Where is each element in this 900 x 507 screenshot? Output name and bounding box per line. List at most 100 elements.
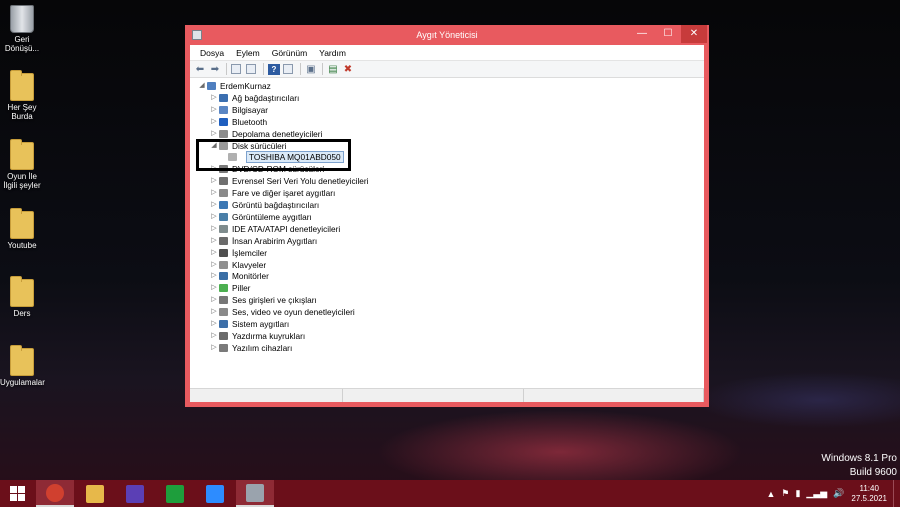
- device-category-icon: [219, 129, 228, 138]
- desktop-icon-folder[interactable]: Ders: [0, 276, 44, 318]
- show-hidden-icon[interactable]: [246, 63, 256, 74]
- desktop-icon-folder[interactable]: Youtube: [0, 208, 44, 250]
- device-category-icon: [219, 201, 228, 209]
- device-manager-window[interactable]: Aygıt Yöneticisi — ☐ ✕ Dosya Eylem Görün…: [185, 25, 709, 407]
- clock-date: 27.5.2021: [851, 493, 887, 503]
- folder-icon: [10, 208, 34, 239]
- menu-view[interactable]: Görünüm: [266, 48, 313, 58]
- volume-icon[interactable]: 🔊: [833, 488, 844, 499]
- expand-icon[interactable]: ▷: [210, 128, 218, 140]
- taskbar-device-manager-button[interactable]: [236, 480, 274, 507]
- highlight-box: [196, 139, 351, 171]
- desktop-icon-label: Geri Dönüşü...: [4, 35, 40, 53]
- clock[interactable]: 11:40 27.5.2021: [851, 484, 887, 504]
- status-pane: [524, 389, 704, 402]
- watermark-edition: Windows 8.1 Pro: [821, 453, 897, 464]
- taskbar-store-button[interactable]: [156, 480, 194, 507]
- device-manager-icon: [246, 483, 264, 502]
- flag-icon[interactable]: ⚑: [781, 488, 789, 499]
- update-driver-icon[interactable]: ▣: [305, 64, 317, 75]
- folder-icon: [10, 139, 34, 170]
- device-category-icon: [219, 343, 228, 352]
- tree-category-label: Bluetooth: [232, 116, 268, 127]
- expand-icon[interactable]: ▷: [210, 294, 218, 306]
- status-bar: [190, 388, 704, 402]
- device-category-icon: [219, 177, 228, 186]
- tree-category-label: Görüntüleme aygıtları: [232, 211, 312, 222]
- device-category-icon: [219, 248, 228, 257]
- expand-icon[interactable]: ▷: [210, 104, 218, 116]
- expand-icon[interactable]: ▷: [210, 235, 218, 247]
- device-category-icon: [219, 296, 228, 305]
- collapse-icon[interactable]: ◢: [198, 80, 206, 92]
- toolbar-separator: [263, 63, 264, 75]
- expand-icon[interactable]: ▷: [210, 270, 218, 282]
- expand-icon[interactable]: ▷: [210, 342, 218, 354]
- forward-icon[interactable]: ➡: [209, 64, 221, 75]
- expand-icon[interactable]: ▷: [210, 92, 218, 104]
- folder-icon: [10, 70, 34, 101]
- show-hidden-icons-icon[interactable]: ▲: [766, 489, 775, 499]
- minimize-button[interactable]: —: [629, 25, 655, 43]
- desktop-icon-folder[interactable]: Uygulamalar: [0, 345, 45, 387]
- status-pane: [190, 389, 344, 402]
- desktop-icon-recycle-bin[interactable]: Geri Dönüşü...: [0, 5, 44, 53]
- expand-icon[interactable]: ▷: [210, 247, 218, 259]
- help-icon[interactable]: ?: [268, 63, 280, 75]
- tree-category-label: İnsan Arabirim Aygıtları: [232, 235, 318, 246]
- device-tree[interactable]: ◢ ErdemKurnaz ▷ Ağ bağdaştırıcıları ▷ Bilgisa…: [190, 78, 704, 389]
- desktop-icon-folder[interactable]: Her Şey Burda: [0, 70, 44, 121]
- desktop-icon-label: Youtube: [7, 241, 37, 250]
- start-button[interactable]: [0, 480, 34, 507]
- view-icon[interactable]: [283, 63, 293, 74]
- tree-category-label: Görüntü bağdaştırıcıları: [232, 200, 320, 210]
- tree-category-label: Ağ bağdaştırıcıları: [232, 92, 300, 103]
- tree-category-label: Fare ve diğer işaret aygıtları: [232, 188, 336, 199]
- expand-icon[interactable]: ▷: [210, 223, 218, 235]
- toolbar-separator: [300, 63, 301, 75]
- device-category-icon: [219, 308, 228, 317]
- tree-category-label: Yazdırma kuyrukları: [232, 330, 306, 341]
- taskbar-file-explorer-button[interactable]: [76, 480, 114, 507]
- back-icon[interactable]: ⬅: [194, 64, 206, 75]
- expand-icon[interactable]: ▷: [210, 282, 218, 294]
- battery-icon[interactable]: ▮: [795, 488, 800, 499]
- tree-category-label: Monitörler: [232, 271, 269, 282]
- scan-hardware-icon[interactable]: ▤: [327, 64, 339, 75]
- uninstall-icon[interactable]: ✖: [342, 64, 354, 75]
- system-tray: ▲ ⚑ ▮ ▁▃▅ 🔊 11:40 27.5.2021: [763, 480, 900, 507]
- menu-action[interactable]: Eylem: [230, 48, 266, 58]
- close-button[interactable]: ✕: [681, 25, 707, 43]
- tree-category-label: Bilgisayar: [232, 104, 268, 115]
- maximize-button[interactable]: ☐: [655, 25, 681, 43]
- toolbar-separator: [226, 63, 227, 75]
- taskbar-zoom-button[interactable]: [196, 480, 234, 507]
- expand-icon[interactable]: ▷: [210, 199, 218, 211]
- desktop-icon-folder[interactable]: Oyun İle İlgili şeyler: [0, 139, 44, 190]
- toolbar-separator: [322, 63, 323, 75]
- expand-icon[interactable]: ▷: [210, 306, 218, 318]
- windows-logo-icon: [9, 486, 25, 501]
- menu-help[interactable]: Yardım: [313, 48, 352, 58]
- expand-icon[interactable]: ▷: [210, 187, 218, 199]
- properties-icon[interactable]: [231, 63, 241, 74]
- device-category-icon: [219, 284, 228, 293]
- window-client-area: Dosya Eylem Görünüm Yardım ⬅ ➡ ? ▣ ▤ ✖ ◢…: [190, 45, 704, 402]
- title-bar[interactable]: Aygıt Yöneticisi — ☐ ✕: [185, 25, 709, 45]
- expand-icon[interactable]: ▷: [210, 175, 218, 187]
- expand-icon[interactable]: ▷: [210, 318, 218, 330]
- menu-file[interactable]: Dosya: [194, 48, 230, 58]
- desktop-icon-label: Uygulamalar: [0, 378, 45, 387]
- taskbar-settings-button[interactable]: [116, 480, 154, 507]
- status-pane: [343, 389, 524, 402]
- show-desktop-button[interactable]: [893, 480, 900, 507]
- expand-icon[interactable]: ▷: [210, 116, 218, 128]
- network-icon[interactable]: ▁▃▅: [806, 488, 827, 499]
- device-category-icon: [219, 105, 228, 114]
- expand-icon[interactable]: ▷: [210, 259, 218, 271]
- expand-icon[interactable]: ▷: [210, 211, 218, 223]
- device-category-icon: [219, 320, 228, 328]
- expand-icon[interactable]: ▷: [210, 330, 218, 342]
- tree-category-label: Klavyeler: [232, 259, 267, 270]
- taskbar-chrome-button[interactable]: [36, 480, 74, 507]
